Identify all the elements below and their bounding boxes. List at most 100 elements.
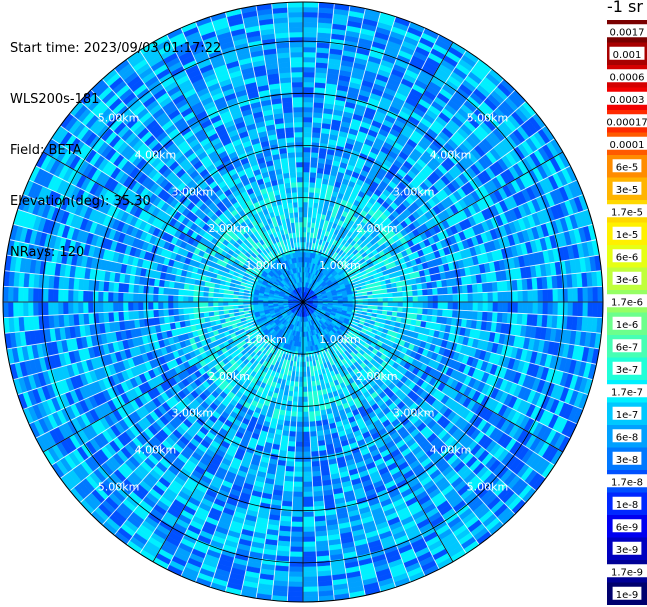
ppi-cell [290, 536, 304, 543]
ppi-cell [302, 111, 314, 118]
ppi-cell [302, 136, 312, 143]
ppi-cell [312, 107, 324, 114]
ppi-cell [311, 122, 323, 129]
ppi-cell [302, 396, 309, 403]
ppi-cell [461, 284, 468, 294]
ppi-cell [477, 301, 484, 312]
ppi-cell [296, 421, 304, 428]
ppi-cell [587, 301, 594, 318]
ppi-cell [476, 310, 483, 322]
ppi-cell [417, 307, 424, 315]
ppi-cell [309, 171, 317, 178]
ppi-cell [302, 516, 315, 523]
ppi-cell [577, 301, 584, 317]
ppi-cell [302, 141, 312, 148]
ppi-cell [302, 571, 318, 578]
ppi-cell [287, 596, 304, 603]
ppi-cell [302, 551, 317, 558]
ppi-cell [308, 411, 316, 418]
ppi-cell [427, 288, 434, 296]
ppi-cell [312, 480, 323, 487]
ppi-cell [407, 307, 414, 314]
ppi-cell [597, 301, 604, 318]
ppi-cell [293, 476, 304, 483]
ppi-cell [283, 480, 294, 487]
ppi-cell [557, 288, 564, 303]
ppi-cell [302, 31, 318, 38]
ppi-cell [302, 546, 317, 553]
ppi-cell [387, 297, 394, 303]
ppi-cell [302, 451, 312, 458]
ppi-cell [285, 465, 295, 472]
ppi-cell [290, 526, 304, 533]
ppi-cell [302, 6, 319, 13]
ppi-cell [552, 288, 559, 303]
ppi-cell [522, 301, 529, 314]
ppi-cell [437, 301, 444, 310]
ppi-cell [432, 308, 439, 317]
ppi-cell [507, 301, 514, 314]
ppi-cell [302, 76, 315, 83]
ppi-cell [291, 406, 298, 413]
ppi-cell [302, 181, 310, 188]
ppi-cell [302, 206, 309, 213]
ppi-cell [289, 546, 304, 553]
ppi-cell [422, 308, 429, 316]
ppi-cell [302, 491, 314, 498]
ppi-cell [517, 301, 524, 314]
ppi-cell [502, 291, 509, 303]
ppi-cell [288, 431, 297, 438]
ppi-cell [456, 285, 463, 295]
ppi-cell [467, 301, 474, 312]
ppi-cell [461, 310, 468, 320]
ppi-cell [286, 450, 296, 457]
ppi-cell [482, 301, 489, 312]
ppi-cell [309, 431, 318, 438]
ppi-cell [547, 288, 554, 303]
ppi-cell [446, 309, 454, 318]
ppi-cell [417, 295, 424, 303]
ppi-cell [447, 301, 454, 311]
ppi-cell [297, 391, 304, 398]
ppi-cell [287, 441, 296, 448]
ppi-cell [472, 292, 479, 303]
ppi-cell [302, 146, 312, 153]
ppi-cell [311, 470, 322, 477]
ppi-cell [287, 445, 296, 453]
ppi-cell [466, 284, 473, 294]
ppi-cell [552, 301, 559, 316]
ppi-cell [302, 131, 313, 138]
ppi-cell [302, 391, 309, 398]
ppi-cell [309, 426, 317, 433]
ppi-cell [452, 293, 459, 303]
ppi-cell [427, 301, 434, 310]
ppi-cell [302, 116, 313, 123]
ppi-cell [283, 475, 295, 482]
ppi-cell [302, 581, 319, 588]
ppi-cell [289, 541, 304, 548]
ppi-cell [397, 296, 404, 303]
ppi-cell [422, 301, 429, 309]
ppi-cell [442, 294, 449, 303]
ppi-cell [487, 301, 494, 313]
ppi-cell [311, 132, 321, 139]
ppi-cell [311, 127, 322, 134]
ppi-cell [288, 576, 304, 583]
ppi-cell [309, 436, 318, 443]
ppi-cell [492, 301, 499, 313]
ppi-cell [537, 301, 544, 315]
ppi-cell [293, 481, 304, 488]
ppi-cell [302, 66, 316, 73]
ppi-cell [298, 386, 304, 393]
ppi-cell [472, 301, 479, 312]
ppi-cell [287, 586, 304, 593]
ppi-cell [477, 292, 484, 303]
ppi-cell [293, 471, 304, 478]
ppi-cell [308, 406, 315, 413]
ppi-cell [532, 289, 539, 303]
ppi-cell [292, 496, 304, 503]
ppi-cell [572, 301, 579, 317]
ppi-cell [547, 301, 554, 316]
ppi-cell [310, 142, 320, 149]
ppi-cell [289, 551, 304, 558]
